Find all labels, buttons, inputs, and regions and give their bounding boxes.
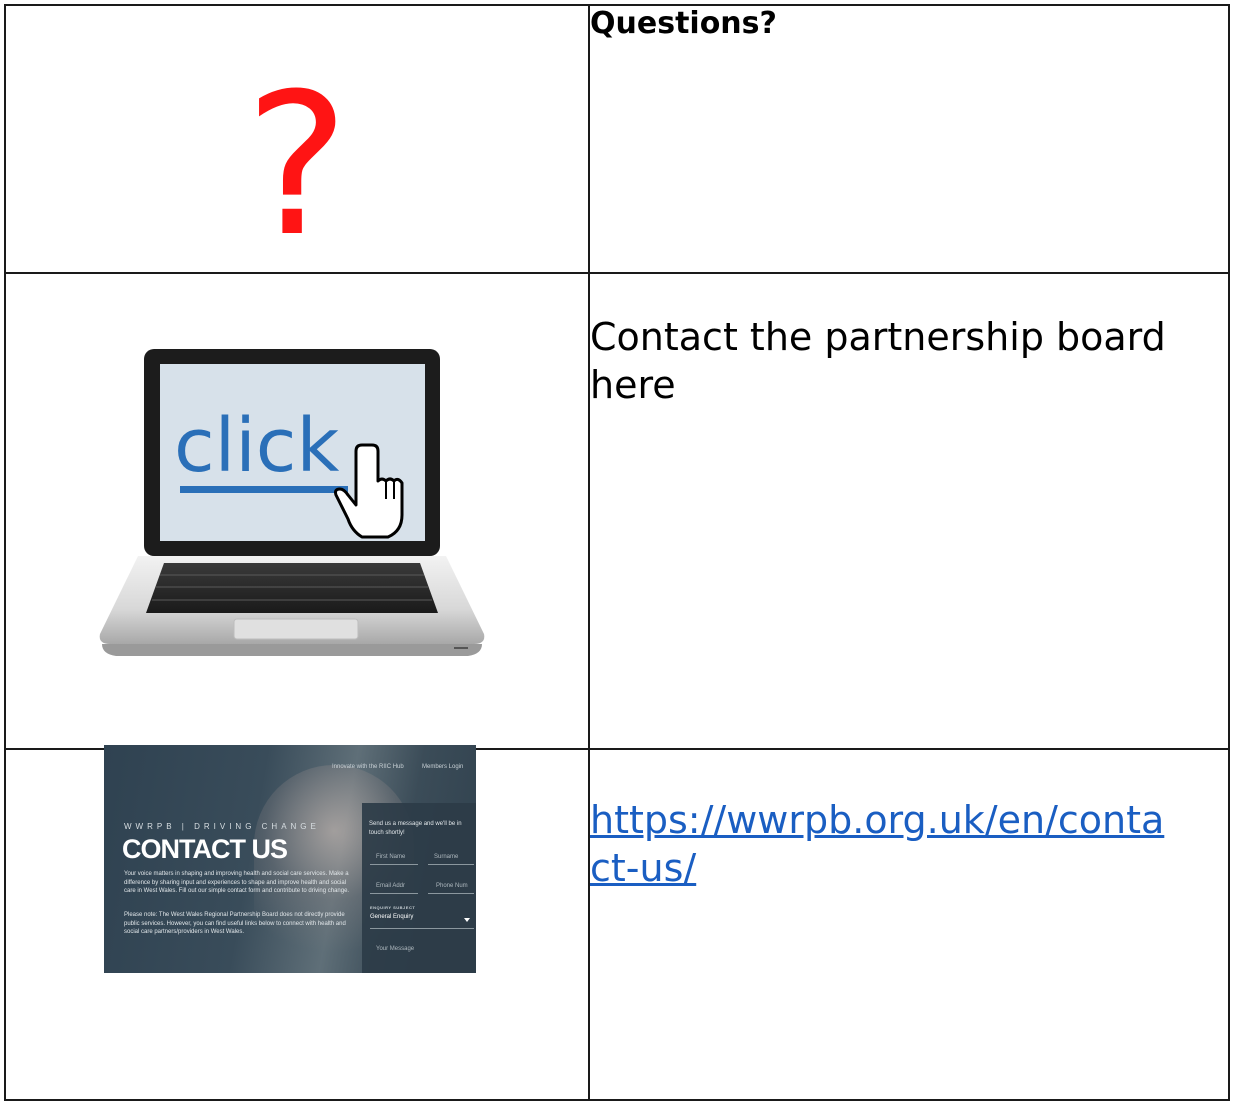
phone-field[interactable]: Phone Num <box>436 883 468 889</box>
contact-link[interactable]: https://wwrpb.org.uk/en/contact-us/ <box>590 797 1180 892</box>
laptop-click-icon: click <box>99 349 485 656</box>
question-mark-icon: ? <box>244 52 350 280</box>
message-field[interactable]: Your Message <box>376 946 414 952</box>
first-name-field[interactable]: First Name <box>376 854 405 860</box>
icon-cell: ? <box>4 4 590 280</box>
link-cell: https://wwrpb.org.uk/en/contact-us/ <box>588 748 1230 1101</box>
click-label: click <box>174 403 339 489</box>
form-intro: Send us a message and we'll be in touch … <box>369 821 462 836</box>
text-cell: Questions? <box>588 4 1230 274</box>
email-field[interactable]: Email Addr <box>376 883 405 889</box>
note-paragraph: Please note: The West Wales Regional Par… <box>124 912 346 936</box>
text-cell: Contact the partnership board here <box>588 272 1230 750</box>
intro-paragraph: Your voice matters in shaping and improv… <box>124 871 350 895</box>
contact-form: Send us a message and we'll be in touch … <box>362 803 476 973</box>
questions-heading: Questions? <box>590 6 777 41</box>
contact-text: Contact the partnership board here <box>590 315 1166 407</box>
subject-value: General Enquiry <box>370 914 414 920</box>
contact-title: CONTACT US <box>122 834 288 864</box>
surname-field[interactable]: Surname <box>434 854 458 860</box>
nav-innovate: Innovate with the RIIC Hub <box>332 764 404 770</box>
subject-select[interactable]: General Enquiry <box>370 914 474 927</box>
website-screenshot: Innovate with the RIIC Hub Members Login… <box>104 745 476 973</box>
subject-label: ENQUIRY SUBJECT <box>370 905 416 910</box>
brand-tagline: WWRPB | DRIVING CHANGE <box>124 822 320 831</box>
table-row: ? Questions? <box>4 4 1230 280</box>
nav-members-login: Members Login <box>422 764 464 770</box>
chevron-down-icon <box>464 918 470 922</box>
